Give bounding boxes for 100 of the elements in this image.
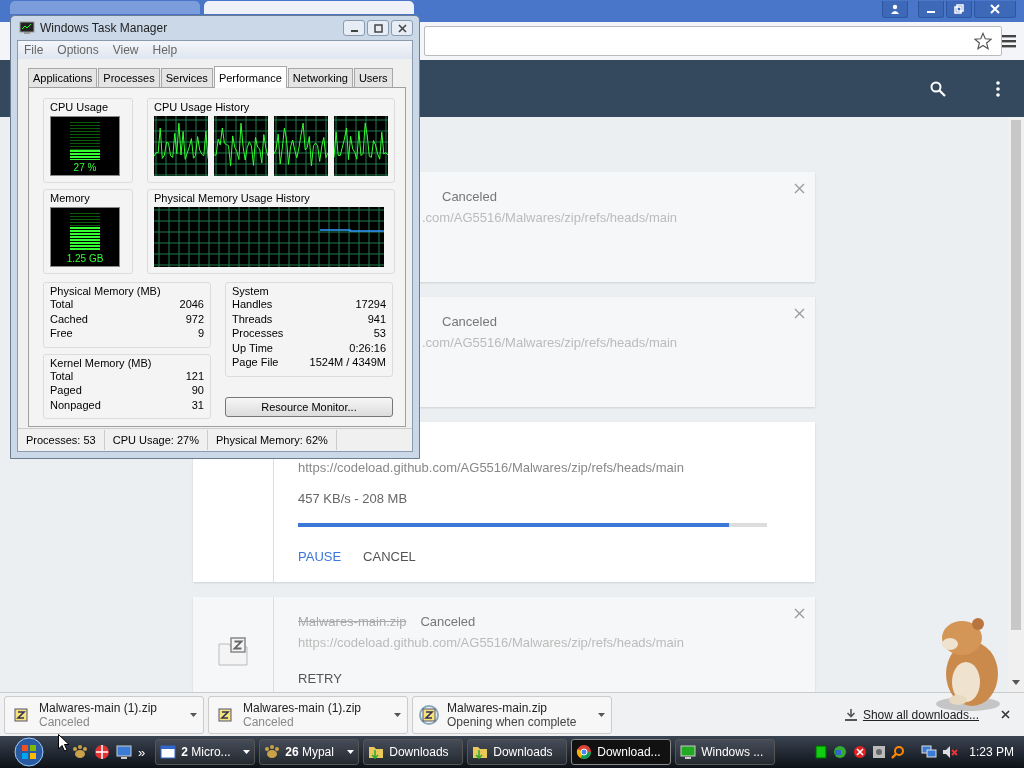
url-text: https://codeload.github.com/AG5516/Malwares/zip/refs/heads/main	[298, 460, 684, 475]
volume-muted-icon[interactable]	[942, 745, 959, 759]
mouse-cursor-icon	[58, 734, 70, 752]
meter-reading: 27 %	[73, 162, 97, 173]
close-button[interactable]	[974, 1, 1016, 18]
scrollbar[interactable]	[1008, 117, 1024, 692]
file-name: Malwares-main (1).zip	[39, 700, 159, 715]
stat-label: Page File	[232, 355, 279, 370]
caret-icon[interactable]	[598, 712, 605, 717]
network-icon[interactable]	[832, 745, 849, 759]
menu-item[interactable]: Help	[152, 43, 178, 57]
stat-value: 53	[373, 326, 386, 341]
star-icon[interactable]	[974, 32, 992, 50]
stat-label: Processes	[232, 326, 284, 341]
tab[interactable]: Services	[160, 68, 213, 87]
menu-item[interactable]: View	[112, 43, 139, 57]
desktop-icon[interactable]	[116, 744, 132, 760]
folder-icon	[368, 744, 385, 760]
more-icon[interactable]	[996, 80, 1000, 97]
profile-button[interactable]	[882, 1, 908, 18]
progress-text: 457 KB/s - 208 MB	[298, 490, 409, 508]
minimize-button[interactable]	[918, 1, 944, 18]
search-icon[interactable]	[891, 745, 906, 759]
url-text: .com/AG5516/Malwares/zip/refs/heads/main	[422, 210, 678, 225]
tab[interactable]: Networking	[287, 68, 353, 87]
stat-label: Total	[50, 297, 74, 312]
person-icon	[890, 4, 900, 14]
taskbar-button[interactable]: Downloads	[467, 739, 568, 765]
stat-label: Nonpaged	[50, 397, 101, 412]
meter-reading: 1.25 GB	[66, 253, 104, 264]
scroll-down-icon[interactable]	[1012, 680, 1020, 686]
menu-item[interactable]: Options	[57, 43, 99, 57]
stat-label: Free	[50, 326, 73, 341]
taskbar-button[interactable]: 26 Mypal	[259, 739, 360, 765]
panel-title: CPU Usage	[50, 101, 110, 113]
download-icon	[844, 708, 857, 721]
search-icon[interactable]	[930, 80, 946, 97]
minimize-button[interactable]	[343, 20, 365, 36]
taskbar-button[interactable]: Downloads	[363, 739, 464, 765]
menu-icon[interactable]	[1002, 34, 1016, 48]
stat-label: Up Time	[232, 340, 273, 355]
paw-icon	[264, 744, 281, 760]
tab[interactable]: Applications	[28, 68, 98, 87]
caret-icon[interactable]	[394, 712, 401, 717]
restore-button[interactable]	[946, 1, 972, 18]
panel-title: CPU Usage History	[154, 101, 251, 113]
start-button[interactable]	[14, 737, 44, 767]
cpu-history-graph	[334, 116, 388, 176]
resource-monitor-button[interactable]: Resource Monitor...	[225, 396, 393, 417]
url-text: .com/AG5516/Malwares/zip/refs/heads/main	[422, 335, 678, 350]
status-text: Canceled	[420, 614, 476, 629]
file-name: Malwares-main.zip	[447, 700, 549, 715]
overflow-chevron[interactable]: »	[138, 744, 146, 760]
stat-value: 17294	[355, 297, 386, 312]
battery-icon[interactable]	[815, 745, 828, 759]
cpu-history-graph	[214, 116, 268, 176]
taskbar-button[interactable]: 2 Micro...	[155, 739, 256, 765]
tab[interactable]: Performance	[213, 66, 287, 88]
menu-item[interactable]: File	[24, 43, 44, 57]
download-item[interactable]: Malwares-main (1).zip Canceled	[208, 695, 408, 734]
stat-label: Handles	[232, 297, 273, 312]
action-button[interactable]: CANCEL	[363, 549, 416, 564]
taskbar-button[interactable]: Windows ...	[675, 739, 776, 765]
stat-label: Cached	[50, 311, 88, 326]
folder-icon	[472, 744, 489, 760]
stat-value: 9	[197, 326, 204, 341]
show-all-downloads-link[interactable]: Show all downloads...	[862, 707, 979, 722]
browser-icon	[576, 744, 593, 760]
maximize-button[interactable]	[367, 20, 389, 36]
tab[interactable]: Processes	[98, 68, 160, 87]
shield-icon[interactable]	[853, 745, 868, 759]
clock[interactable]: 1:23 PM	[969, 745, 1014, 759]
tab[interactable]: Users	[353, 68, 393, 87]
status-text: Canceled	[442, 314, 497, 329]
download-item[interactable]: Malwares-main (1).zip Canceled	[4, 695, 204, 734]
stat-value: 2046	[179, 297, 204, 312]
window-title: Windows Task Manager	[40, 21, 168, 35]
stat-value: 121	[185, 368, 204, 383]
stat-label: Total	[50, 368, 74, 383]
stat-label: Threads	[232, 311, 273, 326]
taskbar-button[interactable]: Download...	[571, 739, 672, 765]
status-text: Canceled	[39, 714, 91, 729]
cpu-history-graph	[154, 116, 208, 176]
download-item[interactable]: Malwares-main.zip Opening when complete	[412, 695, 612, 734]
primary-action-button[interactable]: PAUSE	[298, 549, 342, 564]
network-computers-icon[interactable]	[921, 745, 938, 759]
url-text: https://codeload.github.com/AG5516/Malwares/zip/refs/heads/main	[298, 635, 684, 650]
panel-title: System	[232, 285, 270, 297]
stat-value: 941	[367, 311, 386, 326]
file-name: Malwares-main (1).zip	[243, 700, 363, 715]
close-button[interactable]	[391, 20, 413, 36]
paw-icon[interactable]	[72, 744, 88, 760]
status-text: Processes: 53	[18, 430, 105, 450]
action-button[interactable]: RETRY	[298, 671, 342, 686]
caret-icon[interactable]	[190, 712, 197, 717]
close-icon	[990, 4, 1000, 14]
close-icon[interactable]	[1001, 710, 1010, 719]
window-icon	[160, 744, 177, 760]
status-text: Canceled	[442, 189, 497, 204]
scroll-thumb[interactable]	[1011, 120, 1021, 630]
